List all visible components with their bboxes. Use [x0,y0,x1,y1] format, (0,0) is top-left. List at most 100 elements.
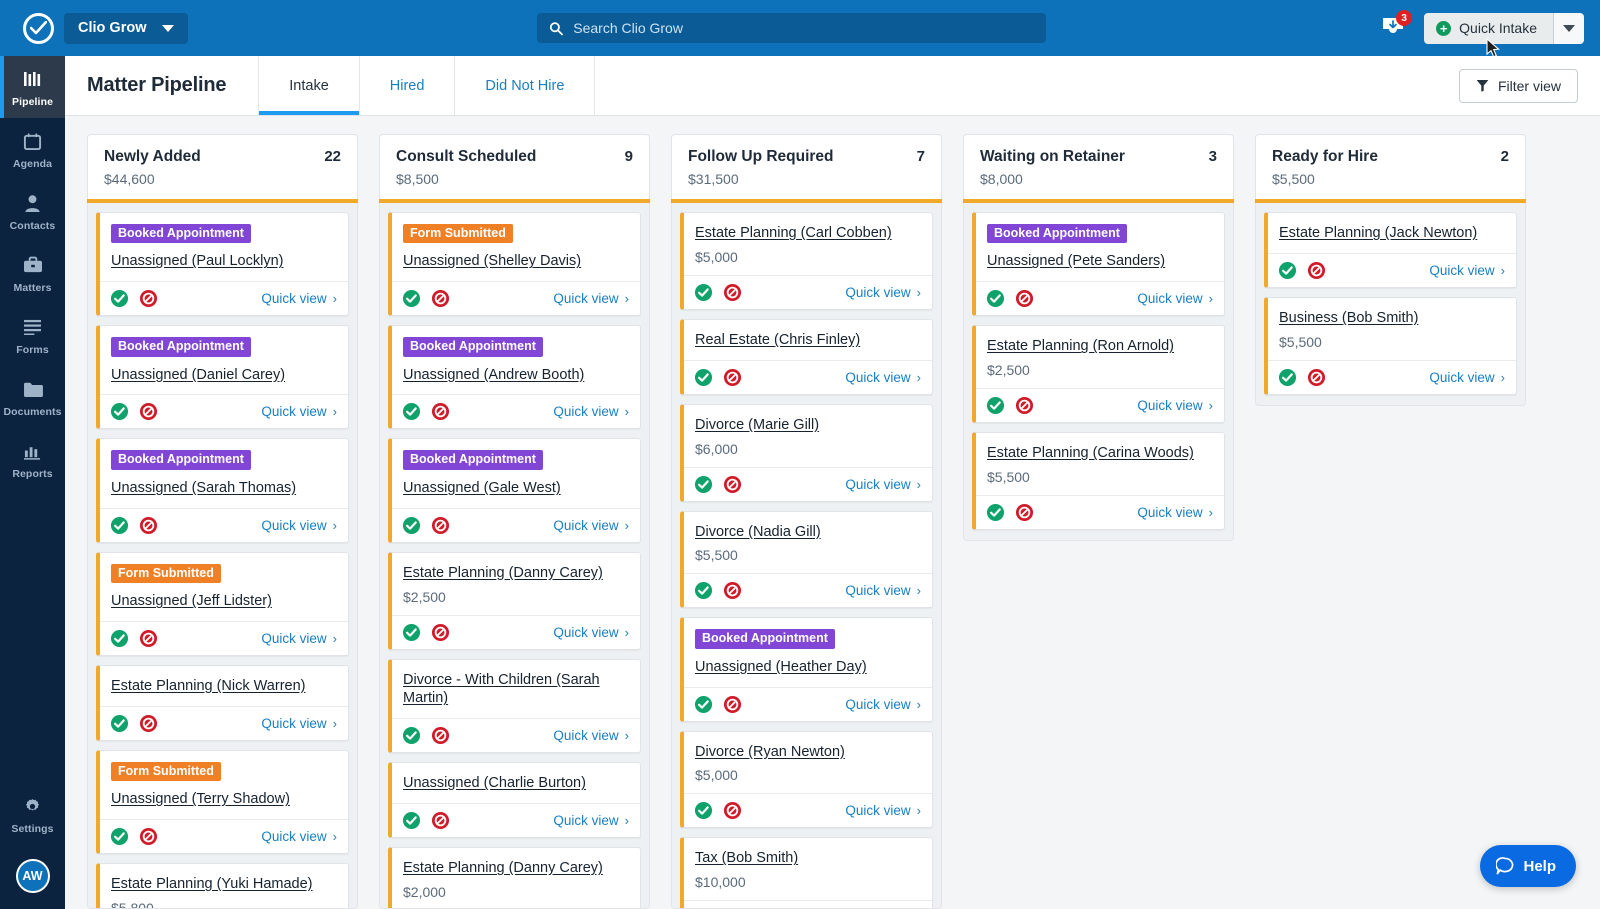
tab-did-not-hire[interactable]: Did Not Hire [454,56,595,115]
card-title-link[interactable]: Unassigned (Gale West) [403,479,628,498]
sidebar-item-pipeline[interactable]: Pipeline [0,56,65,118]
card-title-link[interactable]: Unassigned (Jeff Lidster) [111,592,336,611]
pipeline-card[interactable]: Estate Planning (Ron Arnold)$2,500Quick … [972,325,1225,423]
green-check-circle-icon[interactable] [110,827,129,846]
card-title-link[interactable]: Unassigned (Paul Locklyn) [111,252,336,271]
red-block-circle-icon[interactable] [723,581,742,600]
app-switcher-button[interactable]: Clio Grow [64,13,188,44]
red-block-circle-icon[interactable] [431,402,450,421]
card-title-link[interactable]: Unassigned (Heather Day) [695,658,920,677]
green-check-circle-icon[interactable] [986,289,1005,308]
red-block-circle-icon[interactable] [431,811,450,830]
green-check-circle-icon[interactable] [402,811,421,830]
card-title-link[interactable]: Unassigned (Charlie Burton) [403,774,628,793]
red-block-circle-icon[interactable] [139,402,158,421]
quick-view-link[interactable]: Quick view› [845,697,921,712]
quick-view-link[interactable]: Quick view› [553,813,629,828]
quick-intake-dropdown-button[interactable] [1553,13,1584,44]
red-block-circle-icon[interactable] [1015,289,1034,308]
red-block-circle-icon[interactable] [431,726,450,745]
pipeline-card[interactable]: Real Estate (Chris Finley)Quick view› [680,319,933,395]
green-check-circle-icon[interactable] [986,503,1005,522]
green-check-circle-icon[interactable] [110,714,129,733]
quick-view-link[interactable]: Quick view› [261,518,337,533]
pipeline-card[interactable]: Form SubmittedUnassigned (Terry Shadow)Q… [96,750,349,854]
tab-hired[interactable]: Hired [359,56,455,115]
card-title-link[interactable]: Divorce - With Children (Sarah Martin) [403,671,628,709]
green-check-circle-icon[interactable] [402,289,421,308]
filter-view-button[interactable]: Filter view [1459,69,1578,103]
green-check-circle-icon[interactable] [110,629,129,648]
card-title-link[interactable]: Unassigned (Daniel Carey) [111,366,336,385]
red-block-circle-icon[interactable] [431,623,450,642]
column-card-list[interactable]: Booked AppointmentUnassigned (Pete Sande… [963,203,1234,541]
card-title-link[interactable]: Real Estate (Chris Finley) [695,331,920,350]
green-check-circle-icon[interactable] [402,726,421,745]
card-title-link[interactable]: Unassigned (Terry Shadow) [111,790,336,809]
green-check-circle-icon[interactable] [402,402,421,421]
pipeline-card[interactable]: Form SubmittedUnassigned (Jeff Lidster)Q… [96,552,349,656]
pipeline-card[interactable]: Estate Planning (Danny Carey)$2,500Quick… [388,552,641,650]
red-block-circle-icon[interactable] [723,283,742,302]
quick-view-link[interactable]: Quick view› [1429,370,1505,385]
red-block-circle-icon[interactable] [139,629,158,648]
red-block-circle-icon[interactable] [139,516,158,535]
quick-view-link[interactable]: Quick view› [1137,291,1213,306]
card-title-link[interactable]: Divorce (Nadia Gill) [695,523,920,542]
quick-view-link[interactable]: Quick view› [845,477,921,492]
quick-intake-button[interactable]: + Quick Intake [1424,13,1553,44]
quick-view-link[interactable]: Quick view› [261,716,337,731]
pipeline-card[interactable]: Estate Planning (Carl Cobben)$5,000Quick… [680,212,933,310]
search-bar[interactable] [537,13,1046,43]
avatar[interactable]: AW [16,859,50,893]
card-title-link[interactable]: Estate Planning (Nick Warren) [111,677,336,696]
sidebar-item-forms[interactable]: Forms [0,304,65,366]
card-title-link[interactable]: Estate Planning (Danny Carey) [403,564,628,583]
quick-view-link[interactable]: Quick view› [1137,398,1213,413]
quick-view-link[interactable]: Quick view› [261,291,337,306]
green-check-circle-icon[interactable] [694,475,713,494]
quick-view-link[interactable]: Quick view› [261,404,337,419]
red-block-circle-icon[interactable] [139,714,158,733]
pipeline-card[interactable]: Tax (Bob Smith)$10,000Quick view› [680,837,933,909]
red-block-circle-icon[interactable] [1015,396,1034,415]
pipeline-card[interactable]: Booked AppointmentUnassigned (Pete Sande… [972,212,1225,316]
pipeline-card[interactable]: Unassigned (Charlie Burton) Quick view› [388,762,641,838]
logo[interactable] [12,13,64,44]
pipeline-card[interactable]: Estate Planning (Danny Carey)$2,000Quick… [388,847,641,909]
red-block-circle-icon[interactable] [1307,368,1326,387]
green-check-circle-icon[interactable] [694,368,713,387]
red-block-circle-icon[interactable] [723,368,742,387]
pipeline-card[interactable]: Form SubmittedUnassigned (Shelley Davis)… [388,212,641,316]
pipeline-card[interactable]: Divorce (Ryan Newton)$5,000Quick view› [680,731,933,829]
search-input[interactable] [573,20,1034,36]
green-check-circle-icon[interactable] [986,396,1005,415]
card-title-link[interactable]: Divorce (Marie Gill) [695,416,920,435]
green-check-circle-icon[interactable] [1278,368,1297,387]
quick-view-link[interactable]: Quick view› [261,829,337,844]
quick-view-link[interactable]: Quick view› [845,803,921,818]
green-check-circle-icon[interactable] [110,289,129,308]
red-block-circle-icon[interactable] [431,289,450,308]
sidebar-item-settings[interactable]: Settings [0,783,65,845]
red-block-circle-icon[interactable] [431,516,450,535]
sidebar-item-matters[interactable]: Matters [0,242,65,304]
red-block-circle-icon[interactable] [723,801,742,820]
quick-view-link[interactable]: Quick view› [845,583,921,598]
red-block-circle-icon[interactable] [723,695,742,714]
inbox-button[interactable]: 3 [1380,15,1406,41]
card-title-link[interactable]: Estate Planning (Carina Woods) [987,444,1212,463]
quick-view-link[interactable]: Quick view› [845,285,921,300]
red-block-circle-icon[interactable] [1307,261,1326,280]
pipeline-card[interactable]: Estate Planning (Carina Woods)$5,500Quic… [972,432,1225,530]
red-block-circle-icon[interactable] [139,289,158,308]
quick-view-link[interactable]: Quick view› [553,625,629,640]
pipeline-card[interactable]: Estate Planning (Yuki Hamade)$5,800Quick… [96,863,349,909]
help-button[interactable]: Help [1480,845,1576,887]
card-title-link[interactable]: Estate Planning (Yuki Hamade) [111,875,336,894]
pipeline-card[interactable]: Booked AppointmentUnassigned (Heather Da… [680,617,933,721]
green-check-circle-icon[interactable] [694,581,713,600]
card-title-link[interactable]: Estate Planning (Ron Arnold) [987,337,1212,356]
pipeline-card[interactable]: Estate Planning (Jack Newton)Quick view› [1264,212,1517,288]
card-title-link[interactable]: Unassigned (Shelley Davis) [403,252,628,271]
